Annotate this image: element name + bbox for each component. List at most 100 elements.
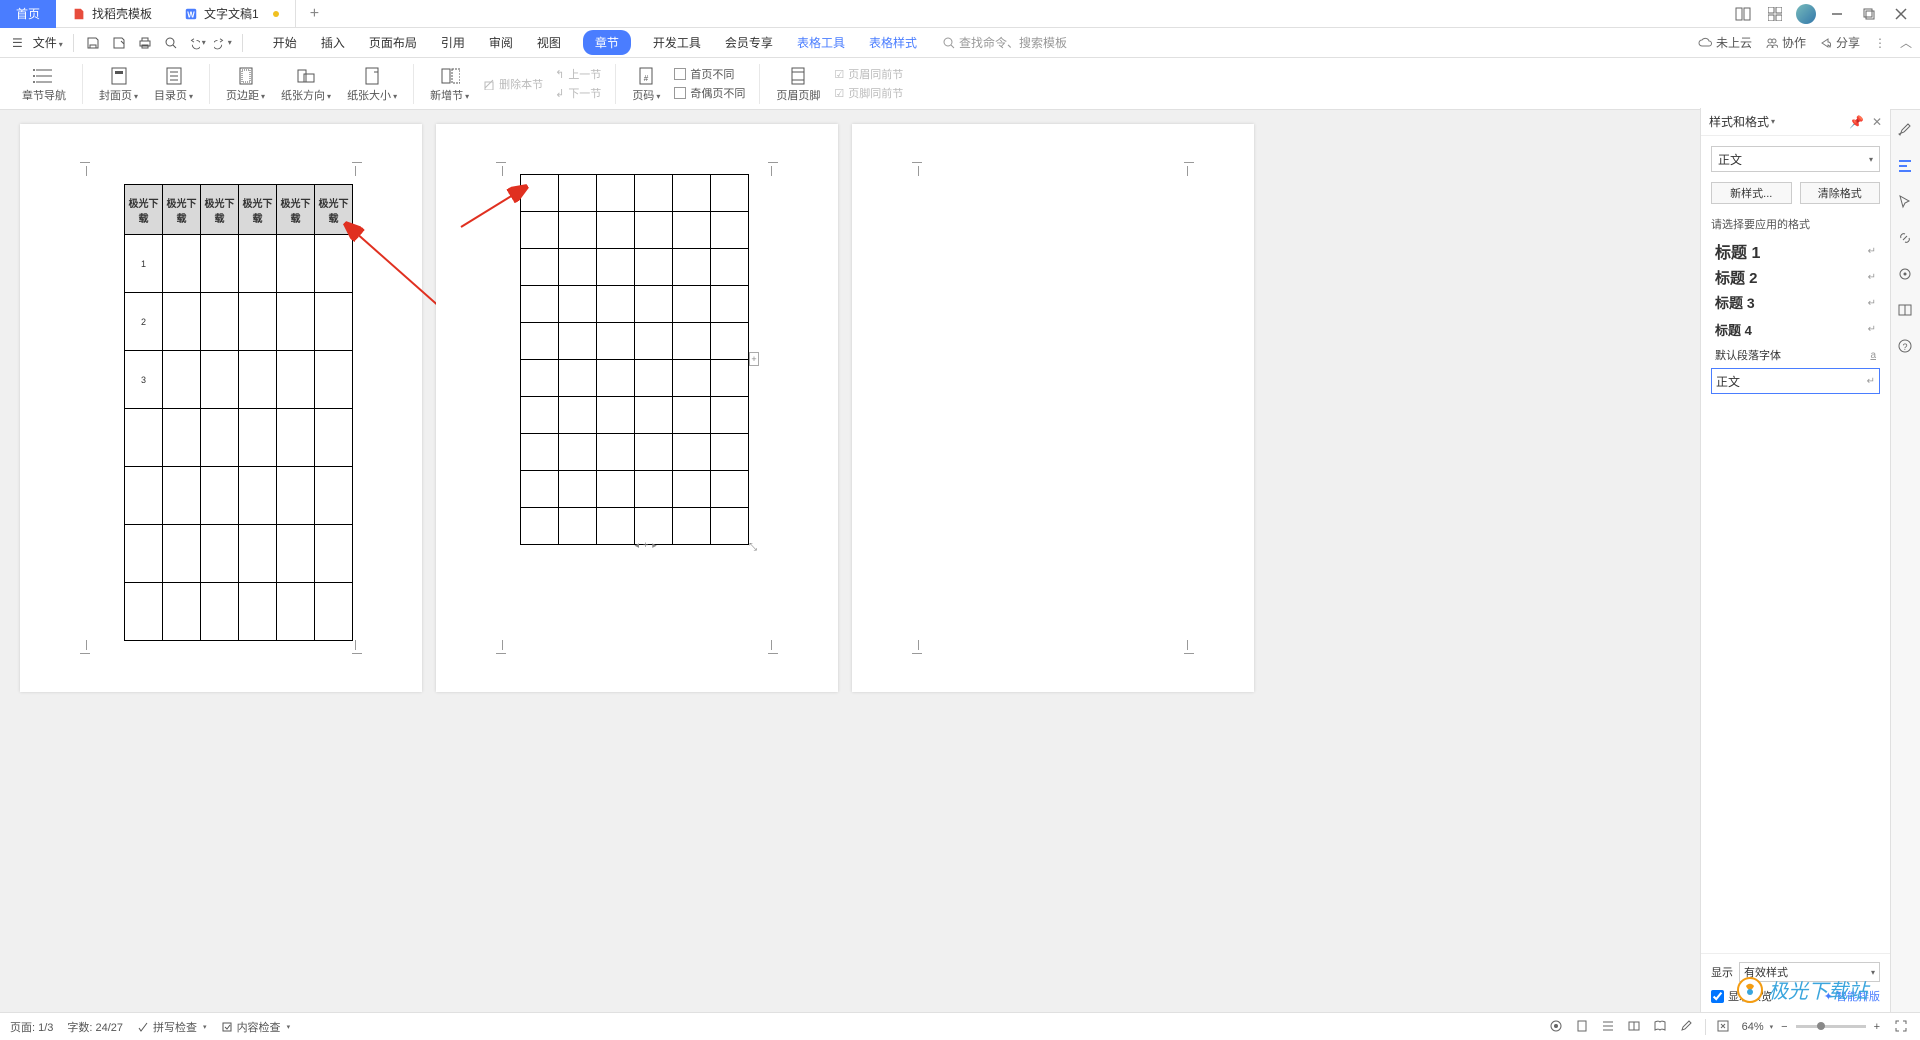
view-web-icon[interactable] xyxy=(1627,1019,1643,1035)
cover-page-button[interactable]: 封面页▾ xyxy=(91,65,146,103)
new-style-button[interactable]: 新样式... xyxy=(1711,182,1792,204)
paper-size-button[interactable]: 纸张大小▾ xyxy=(339,65,405,103)
zoom-out-button[interactable]: − xyxy=(1777,1021,1791,1033)
chevron-down-icon[interactable]: ▾ xyxy=(1770,1023,1774,1031)
zoom-slider[interactable] xyxy=(1796,1025,1866,1028)
clear-format-button[interactable]: 清除格式 xyxy=(1800,182,1881,204)
style-default-font[interactable]: 默认段落字体a xyxy=(1711,342,1880,368)
table-header-cell[interactable]: 极光下载 xyxy=(125,185,163,235)
menu-tab-5[interactable]: 视图 xyxy=(535,30,563,55)
table-cell[interactable]: 1 xyxy=(125,235,163,293)
pin-icon[interactable]: 📌 xyxy=(1849,115,1864,129)
prev-section[interactable]: ↰上一节 xyxy=(555,66,601,82)
share-button[interactable]: 分享 xyxy=(1820,34,1860,51)
menu-tab-9[interactable]: 表格工具 xyxy=(795,30,847,55)
print-preview-icon[interactable] xyxy=(162,34,180,52)
tab-document[interactable]: W 文字文稿1 xyxy=(168,0,296,28)
more-icon[interactable]: ⋮ xyxy=(1874,36,1886,50)
show-select[interactable]: 有效样式▾ xyxy=(1739,962,1880,982)
table-add-col-handle[interactable]: + xyxy=(749,352,759,366)
current-style-select[interactable]: 正文▾ xyxy=(1711,146,1880,172)
user-avatar[interactable] xyxy=(1796,4,1816,24)
page-number-button[interactable]: # 页码▾ xyxy=(624,65,668,103)
menu-tab-7[interactable]: 开发工具 xyxy=(651,30,703,55)
header-link-prev[interactable]: ☑页眉同前节 xyxy=(834,66,903,82)
table-add-row-handle[interactable]: ◂+▸ xyxy=(635,540,657,551)
menu-tab-8[interactable]: 会员专享 xyxy=(723,30,775,55)
delete-section[interactable]: 删除本节 xyxy=(483,76,543,92)
menu-tab-6[interactable]: 章节 xyxy=(583,30,631,55)
word-count[interactable]: 字数: 24/27 xyxy=(67,1019,123,1035)
page-2[interactable]: + ◂+▸ ⤡ xyxy=(436,124,838,692)
link-tool-icon[interactable] xyxy=(1897,230,1915,248)
spell-check[interactable]: 拼写检查▾ xyxy=(137,1019,207,1035)
menu-tab-1[interactable]: 插入 xyxy=(319,30,347,55)
menu-tab-10[interactable]: 表格样式 xyxy=(867,30,919,55)
maximize-button[interactable] xyxy=(1858,3,1880,25)
table-resize-handle[interactable]: ⤡ xyxy=(749,542,757,553)
chevron-down-icon[interactable]: ▾ xyxy=(1771,117,1775,126)
content-check[interactable]: 内容检查▾ xyxy=(221,1019,291,1035)
style-heading-2[interactable]: 标题 2↵ xyxy=(1711,264,1880,290)
style-heading-3[interactable]: 标题 3↵ xyxy=(1711,290,1880,316)
collapse-ribbon-icon[interactable]: ︿ xyxy=(1900,34,1912,51)
read-tool-icon[interactable] xyxy=(1897,302,1915,320)
print-icon[interactable] xyxy=(136,34,154,52)
style-heading-4[interactable]: 标题 4↵ xyxy=(1711,316,1880,342)
new-section-button[interactable]: 新增节▾ xyxy=(422,65,477,103)
first-page-diff[interactable]: 首页不同 xyxy=(674,66,745,82)
zoom-value[interactable]: 64% xyxy=(1742,1021,1764,1033)
margin-button[interactable]: 页边距▾ xyxy=(218,65,273,103)
hamburger-icon[interactable]: ☰ xyxy=(8,34,27,52)
undo-icon[interactable]: ▾ xyxy=(188,34,206,52)
close-button[interactable] xyxy=(1890,3,1912,25)
table-cell[interactable]: 2 xyxy=(125,293,163,351)
smart-typeset-link[interactable]: ✦智能排版 xyxy=(1824,988,1880,1004)
select-tool-icon[interactable] xyxy=(1897,194,1915,212)
collab-button[interactable]: 协作 xyxy=(1766,34,1806,51)
cloud-status[interactable]: 未上云 xyxy=(1698,34,1752,51)
save-as-icon[interactable] xyxy=(110,34,128,52)
redo-icon[interactable]: ▾ xyxy=(214,34,232,52)
page-1[interactable]: 极光下载 极光下载 极光下载 极光下载 极光下载 极光下载 1 2 3 xyxy=(20,124,422,692)
page-indicator[interactable]: 页面: 1/3 xyxy=(10,1019,53,1035)
save-icon[interactable] xyxy=(84,34,102,52)
close-panel-icon[interactable]: ✕ xyxy=(1872,115,1882,129)
file-menu[interactable]: 文件▾ xyxy=(33,34,63,51)
table-1[interactable]: 极光下载 极光下载 极光下载 极光下载 极光下载 极光下载 1 2 3 xyxy=(124,184,353,641)
table-cell[interactable]: 3 xyxy=(125,351,163,409)
table-header-cell[interactable]: 极光下载 xyxy=(239,185,277,235)
brush-tool-icon[interactable] xyxy=(1897,122,1915,140)
page-3[interactable] xyxy=(852,124,1254,692)
zoom-in-button[interactable]: + xyxy=(1870,1021,1884,1033)
command-search[interactable]: 查找命令、搜索模板 xyxy=(943,34,1067,51)
menu-tab-2[interactable]: 页面布局 xyxy=(367,30,419,55)
style-heading-1[interactable]: 标题 1↵ xyxy=(1711,238,1880,264)
tab-templates[interactable]: 找稻壳模板 xyxy=(56,0,168,28)
toc-page-button[interactable]: 目录页▾ xyxy=(146,65,201,103)
location-tool-icon[interactable] xyxy=(1897,266,1915,284)
fullscreen-icon[interactable] xyxy=(1894,1019,1910,1035)
table-header-cell[interactable]: 极光下载 xyxy=(163,185,201,235)
minimize-button[interactable] xyxy=(1826,3,1848,25)
tab-home[interactable]: 首页 xyxy=(0,0,56,28)
footer-link-prev[interactable]: ☑页脚同前节 xyxy=(834,85,903,101)
edit-mode-icon[interactable] xyxy=(1679,1019,1695,1035)
menu-tab-3[interactable]: 引用 xyxy=(439,30,467,55)
table-header-cell[interactable]: 极光下载 xyxy=(201,185,239,235)
menu-tab-4[interactable]: 审阅 xyxy=(487,30,515,55)
view-page-icon[interactable] xyxy=(1575,1019,1591,1035)
help-tool-icon[interactable]: ? xyxy=(1897,338,1915,356)
chapter-nav-button[interactable]: 章节导航 xyxy=(14,65,74,103)
view-read-icon[interactable] xyxy=(1653,1019,1669,1035)
view-outline-icon[interactable] xyxy=(1601,1019,1617,1035)
style-normal-selected[interactable]: 正文↵ xyxy=(1711,368,1880,394)
table-header-cell[interactable]: 极光下载 xyxy=(277,185,315,235)
styles-tool-icon[interactable] xyxy=(1897,158,1915,176)
odd-even-diff[interactable]: 奇偶页不同 xyxy=(674,85,745,101)
header-footer-button[interactable]: 页眉页脚 xyxy=(768,65,828,103)
next-section[interactable]: ↲下一节 xyxy=(555,85,601,101)
window-layout-icon[interactable] xyxy=(1732,3,1754,25)
table-2[interactable] xyxy=(520,174,749,545)
new-tab-button[interactable]: + xyxy=(296,5,333,23)
